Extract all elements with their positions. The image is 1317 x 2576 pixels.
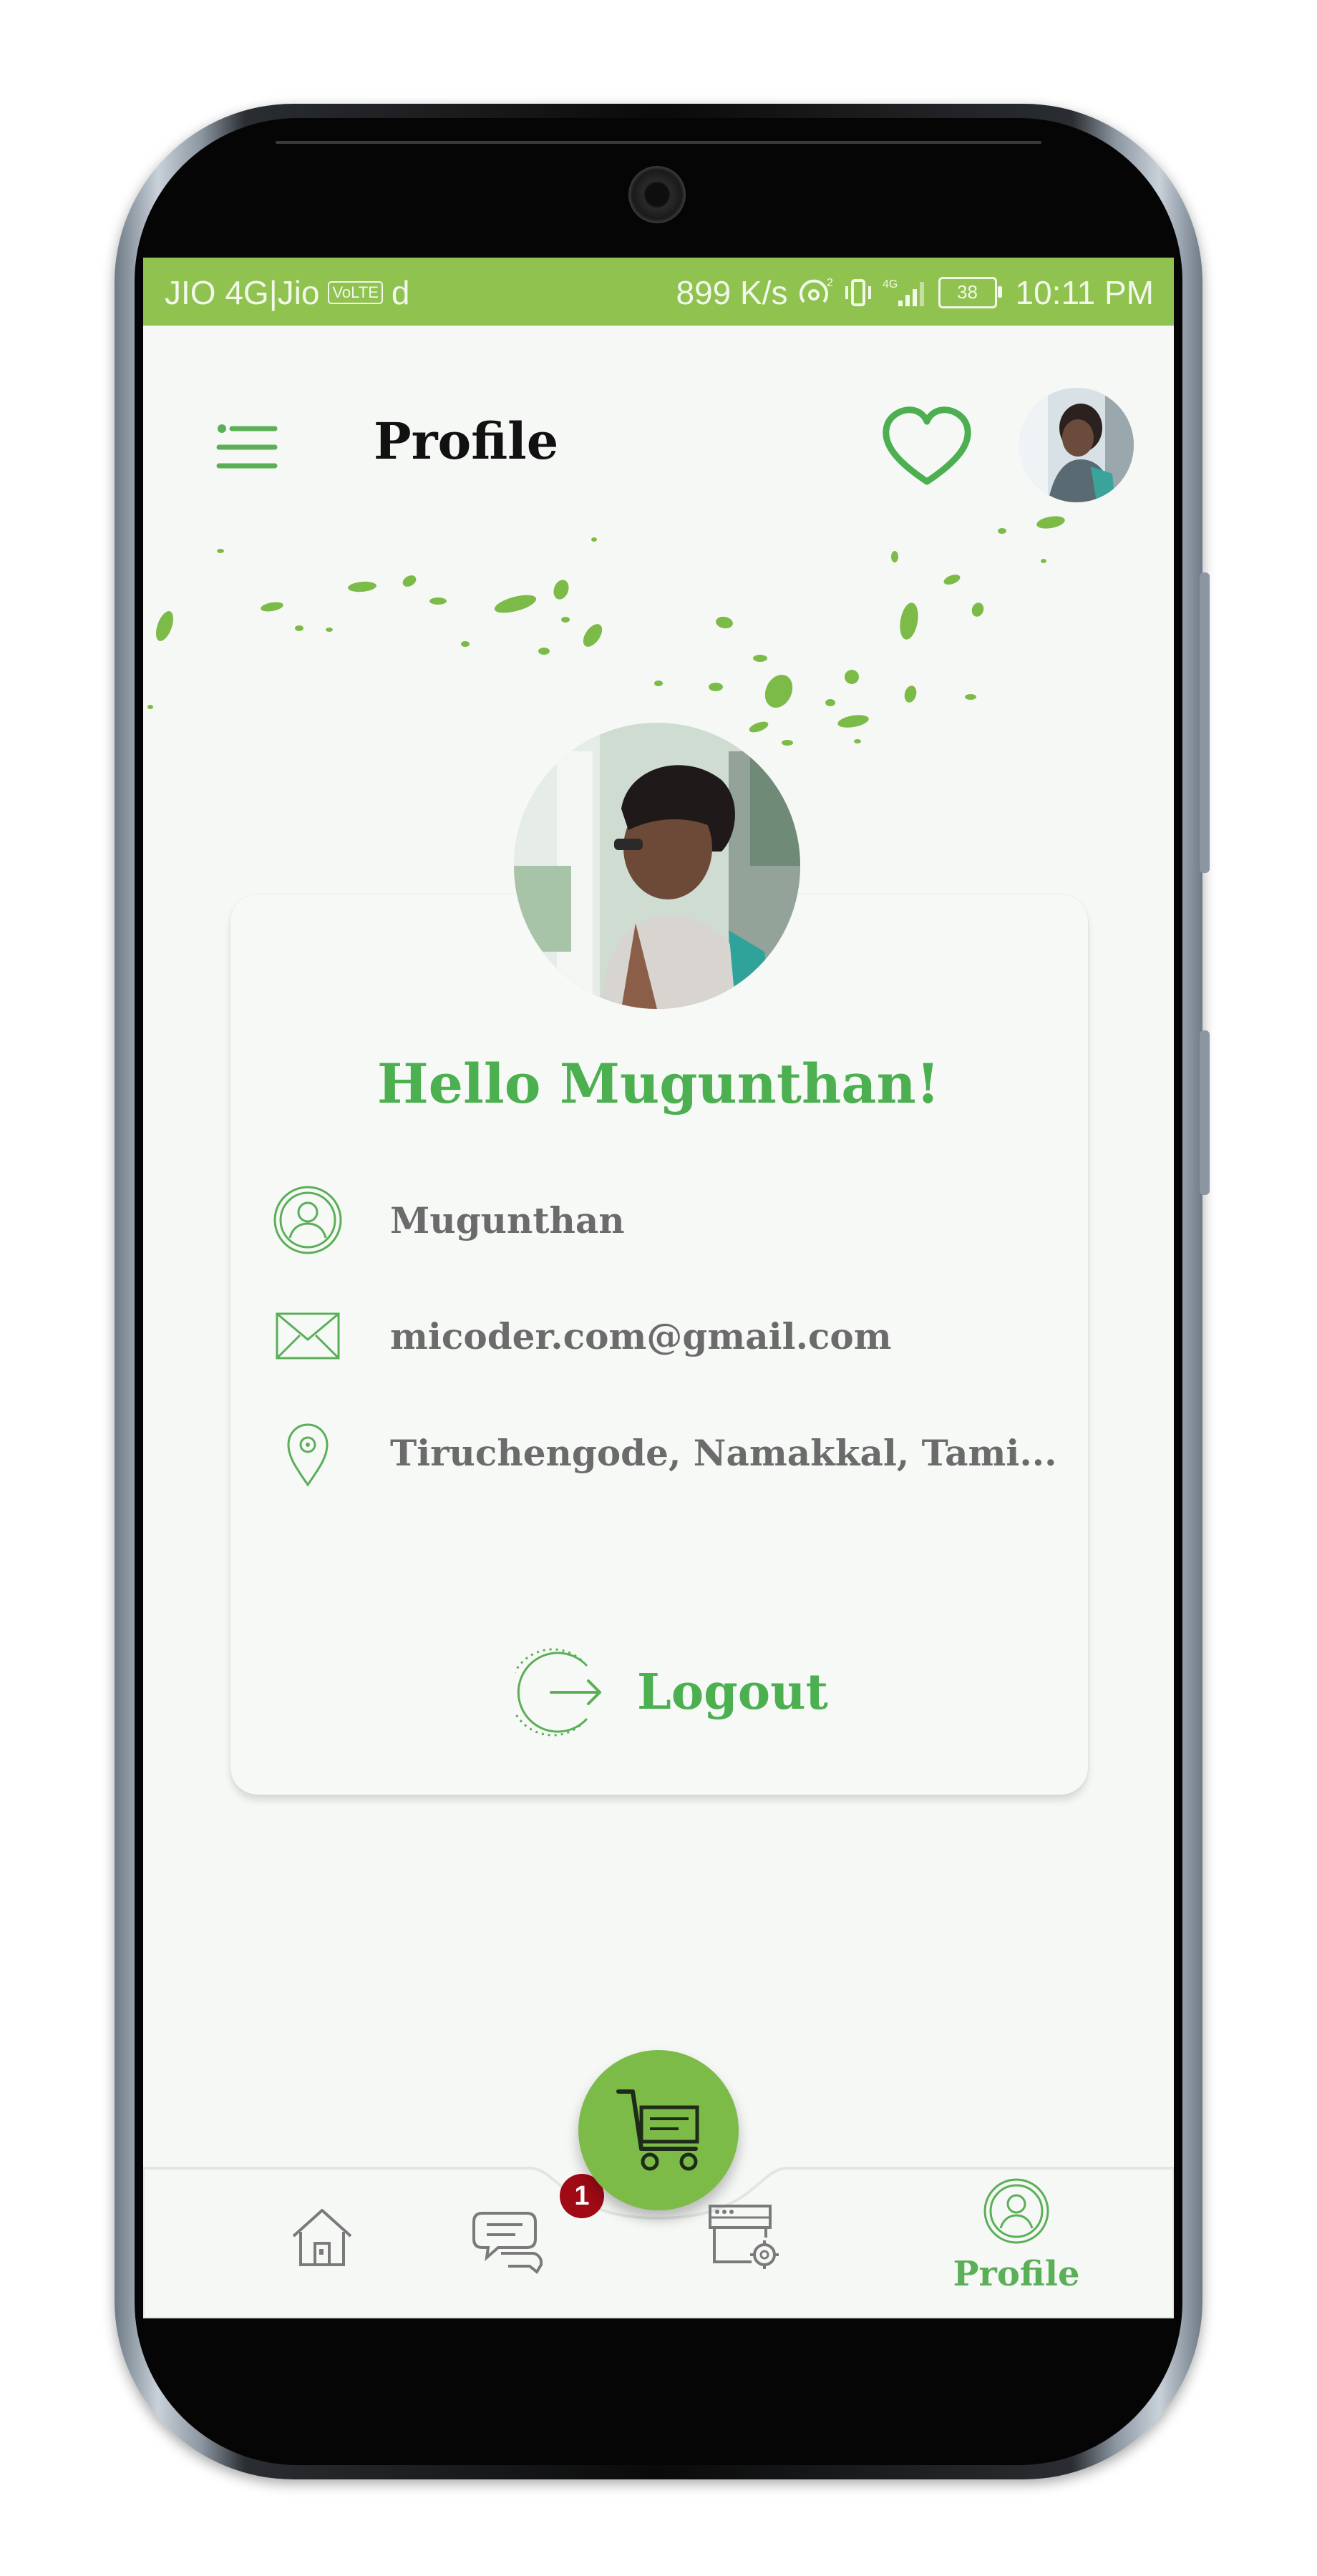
vibrate-icon (845, 279, 871, 306)
home-icon (292, 2209, 352, 2266)
location-row: Tiruchengode, Namakkal, Tami... (268, 1413, 1057, 1492)
svg-text:2: 2 (827, 277, 833, 289)
nav-chat[interactable] (458, 2193, 558, 2279)
nav-home[interactable] (272, 2193, 372, 2279)
user-icon (273, 1186, 342, 1254)
signal-icon: 4G (883, 278, 924, 306)
network-speed: 899 K/s (676, 274, 788, 311)
name-row: Mugunthan (268, 1181, 1056, 1259)
logout-icon (515, 1648, 601, 1737)
profile-photo[interactable] (514, 723, 800, 1009)
status-bar: JIO 4G|Jio VoLTE d 899 K/s 2 4G 38 10:11… (143, 258, 1174, 326)
user-location: Tiruchengode, Namakkal, Tami... (390, 1431, 1057, 1474)
stage: JIO 4G|Jio VoLTE d 899 K/s 2 4G 38 10:11… (0, 0, 1317, 2576)
logout-label: Logout (637, 1664, 828, 1721)
avatar[interactable] (1019, 388, 1134, 502)
status-right: 899 K/s 2 4G 38 10:11 PM (676, 273, 1154, 312)
front-camera (628, 166, 686, 223)
email-row: micoder.com@gmail.com (268, 1297, 1056, 1375)
hotspot-icon: 2 (799, 277, 833, 303)
battery-indicator: 38 (938, 277, 1002, 308)
volte-badge: VoLTE (328, 281, 383, 304)
cart-button[interactable] (578, 2050, 739, 2210)
app-screen: JIO 4G|Jio VoLTE d 899 K/s 2 4G 38 10:11… (143, 258, 1174, 2318)
profile-photo-image (514, 723, 800, 1009)
volume-button (1200, 1030, 1210, 1195)
logout-button[interactable]: Logout (515, 1646, 845, 1739)
nav-profile[interactable] (966, 2168, 1066, 2254)
nav-profile-label[interactable]: Profile (930, 2254, 1102, 2294)
user-email: micoder.com@gmail.com (390, 1314, 892, 1357)
mail-icon (276, 1312, 340, 1360)
status-extra-icon: d (391, 274, 410, 311)
menu-icon[interactable] (215, 419, 279, 476)
page-title: Profile (374, 411, 559, 471)
status-time: 10:11 PM (1015, 274, 1154, 311)
location-pin-icon (287, 1423, 329, 1487)
heart-icon[interactable] (880, 404, 973, 490)
cart-icon (616, 2089, 699, 2171)
carrier-text: JIO 4G|Jio (165, 274, 320, 311)
svg-text:4G: 4G (883, 278, 898, 291)
power-button (1200, 572, 1210, 873)
avatar-photo (1019, 388, 1134, 502)
nav-shop-settings[interactable] (694, 2193, 794, 2279)
speaker-grille (276, 141, 1041, 144)
shop-settings-icon (709, 2205, 779, 2269)
profile-icon (983, 2178, 1049, 2244)
chat-icon (472, 2212, 543, 2274)
greeting-heading: Hello Mugunthan! (376, 1052, 941, 1116)
status-left: JIO 4G|Jio VoLTE d (165, 273, 409, 312)
user-name: Mugunthan (390, 1199, 625, 1241)
